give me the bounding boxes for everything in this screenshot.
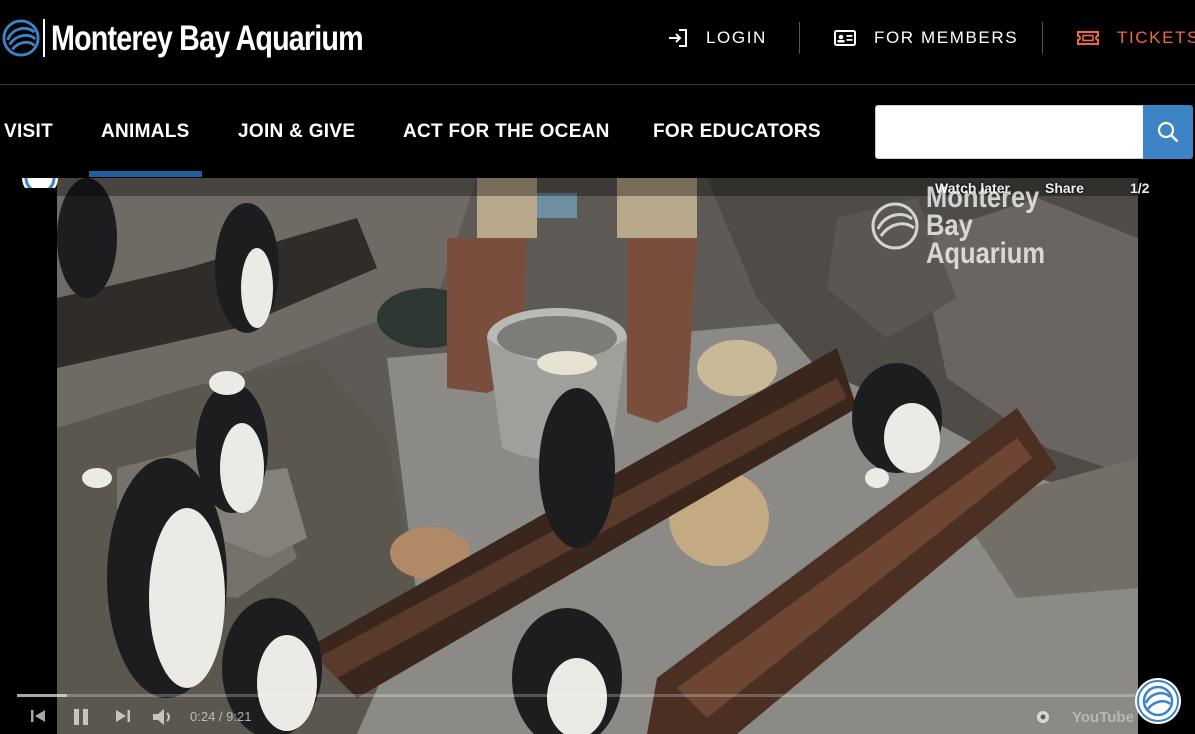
nav-item-for-educators[interactable]: FOR EDUCATORS: [653, 121, 821, 143]
youtube-logo[interactable]: YouTube: [1072, 709, 1134, 726]
brand-logo[interactable]: Monterey Bay Aquarium: [2, 16, 431, 60]
settings-gear-icon[interactable]: [1034, 708, 1052, 726]
nav-item-animals[interactable]: ANIMALS: [89, 121, 202, 177]
video-controls: 0:24 / 9:21 YouTube: [0, 692, 1195, 734]
login-link[interactable]: LOGIN: [668, 22, 767, 54]
logo-divider: [43, 19, 45, 57]
channel-logo-icon: [22, 178, 58, 188]
ticket-icon: [1077, 31, 1099, 45]
video-player[interactable]: Watch later Share 1/2 Monterey Bay Aquar…: [0, 178, 1195, 734]
main-nav: VISIT ANIMALS JOIN & GIVE ACT FOR THE OC…: [0, 86, 1195, 178]
nav-item-visit[interactable]: VISIT: [4, 121, 53, 143]
search-icon: [1157, 121, 1179, 143]
volume-icon[interactable]: [152, 708, 174, 726]
utility-divider: [1042, 22, 1043, 54]
member-card-icon: [834, 30, 856, 46]
progress-fill: [17, 694, 67, 697]
search-box: [875, 105, 1144, 159]
search-input[interactable]: [876, 106, 1143, 158]
top-bar: Monterey Bay Aquarium LOGIN FOR MEMBERS …: [0, 0, 1195, 85]
for-members-label: FOR MEMBERS: [874, 28, 1019, 47]
tickets-link[interactable]: TICKETS: [1077, 22, 1195, 54]
video-time: 0:24 / 9:21: [190, 709, 252, 724]
watermark-text: Monterey Bay Aquarium: [926, 181, 1046, 270]
search-button[interactable]: [1143, 105, 1193, 159]
nav-item-join-give[interactable]: JOIN & GIVE: [238, 121, 355, 143]
channel-avatar[interactable]: [20, 178, 60, 188]
tickets-label: TICKETS: [1117, 28, 1195, 47]
pause-icon[interactable]: [73, 708, 89, 726]
aquarium-badge-icon: [1137, 680, 1179, 722]
login-icon: [669, 29, 687, 47]
previous-icon[interactable]: [30, 708, 46, 724]
utility-divider: [799, 22, 800, 54]
playlist-position: 1/2: [1130, 180, 1150, 196]
next-icon[interactable]: [115, 708, 131, 724]
aquarium-logo-icon: [2, 19, 40, 57]
login-label: LOGIN: [706, 28, 767, 47]
for-members-link[interactable]: FOR MEMBERS: [834, 22, 1018, 54]
video-watermark: Monterey Bay Aquarium: [870, 181, 1096, 270]
watermark-logo-icon: [871, 202, 919, 250]
brand-name: Monterey Bay Aquarium: [51, 18, 364, 58]
nav-item-act-for-the-ocean[interactable]: ACT FOR THE OCEAN: [403, 121, 610, 143]
progress-bar[interactable]: [17, 694, 1177, 697]
help-chat-button[interactable]: [1135, 678, 1181, 724]
